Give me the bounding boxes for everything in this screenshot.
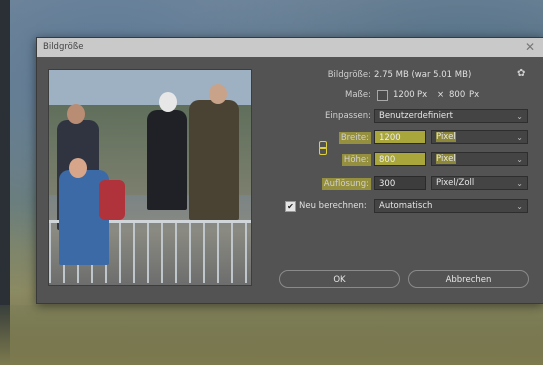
chevron-down-icon: ⌄ xyxy=(516,112,523,121)
width-label: Breite: xyxy=(338,132,371,144)
dialog-titlebar[interactable]: Bildgröße ✕ xyxy=(37,38,543,57)
chain-link-bottom xyxy=(319,147,327,155)
dimensions-times: × xyxy=(437,90,445,100)
preview-backpack xyxy=(99,180,125,220)
chevron-down-icon: ⌄ xyxy=(516,202,523,211)
width-unit-value: Pixel xyxy=(436,132,456,142)
width-input-value: 1200 xyxy=(379,133,401,143)
ok-button[interactable]: OK xyxy=(279,270,400,288)
chain-link-icon[interactable] xyxy=(319,133,327,161)
preview-head xyxy=(159,92,177,112)
chevron-down-icon: ⌄ xyxy=(516,179,523,188)
cancel-button[interactable]: Abbrechen xyxy=(408,270,529,288)
height-unit-select[interactable]: Pixel ⌄ xyxy=(431,152,528,166)
resample-label: Neu berechnen: xyxy=(299,201,367,211)
resolution-input-value: 300 xyxy=(379,179,396,189)
resample-select-value: Automatisch xyxy=(379,201,433,211)
preview-head xyxy=(67,104,85,124)
preview-person xyxy=(189,100,239,220)
dimensions-unit-right: Px xyxy=(469,90,480,100)
preview-head xyxy=(209,84,227,104)
dialog-title: Bildgröße xyxy=(43,42,84,52)
preview-person xyxy=(147,110,187,210)
preview-head xyxy=(69,158,87,178)
gear-icon[interactable]: ✿ xyxy=(517,68,525,79)
width-input[interactable]: 1200 xyxy=(374,130,426,144)
image-size-dialog: Bildgröße ✕ Bildgröße: 2.75 MB (war 5.01… xyxy=(36,37,543,304)
resolution-unit-select[interactable]: Pixel/Zoll ⌄ xyxy=(431,176,528,190)
resample-checkbox[interactable]: ✔ xyxy=(285,201,296,212)
resolution-input[interactable]: 300 xyxy=(374,176,426,190)
resolution-unit-value: Pixel/Zoll xyxy=(436,178,475,188)
dimensions-label: Maße: xyxy=(345,90,371,100)
height-unit-value: Pixel xyxy=(436,154,456,164)
fit-select[interactable]: Benutzerdefiniert ⌄ xyxy=(374,109,528,123)
dimensions-unit-left: Px xyxy=(417,90,428,100)
resample-select[interactable]: Automatisch ⌄ xyxy=(374,199,528,213)
chevron-down-icon: ⌄ xyxy=(516,133,523,142)
fit-select-value: Benutzerdefiniert xyxy=(379,111,453,121)
width-unit-select[interactable]: Pixel ⌄ xyxy=(431,130,528,144)
image-size-label: Bildgröße: xyxy=(327,70,371,80)
resolution-label: Auflösung: xyxy=(321,178,371,190)
dimensions-width: 1200 xyxy=(393,90,415,100)
background-ground xyxy=(0,305,543,365)
close-icon[interactable]: ✕ xyxy=(525,40,535,54)
fit-label: Einpassen: xyxy=(324,111,371,121)
dimensions-dropdown[interactable] xyxy=(377,90,388,101)
height-label: Höhe: xyxy=(341,154,371,166)
height-input[interactable]: 800 xyxy=(374,152,426,166)
image-size-value: 2.75 MB (war 5.01 MB) xyxy=(374,70,472,80)
chevron-down-icon: ⌄ xyxy=(516,155,523,164)
dimensions-height: 800 xyxy=(449,90,466,100)
image-preview[interactable] xyxy=(48,69,252,286)
height-input-value: 800 xyxy=(379,155,396,165)
